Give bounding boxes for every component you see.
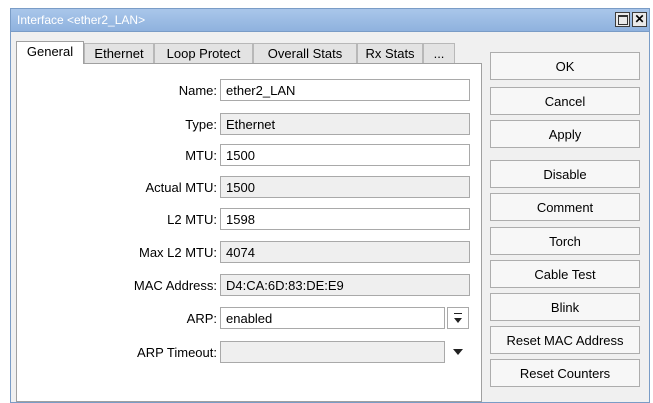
close-icon: ✕ — [634, 12, 645, 26]
general-tab-panel: Name: ether2_LAN Type: Ethernet MTU: 150… — [16, 63, 482, 402]
arp-timeout-input[interactable] — [220, 341, 445, 363]
max-l2-mtu-value: 4074 — [220, 241, 470, 263]
type-row: Type: Ethernet — [17, 113, 477, 137]
max-l2-mtu-row: Max L2 MTU: 4074 — [17, 241, 477, 265]
arp-label: ARP: — [186, 311, 217, 326]
reset-mac-address-button[interactable]: Reset MAC Address — [490, 326, 640, 354]
tab-ethernet[interactable]: Ethernet — [84, 43, 154, 63]
restore-button[interactable] — [615, 12, 630, 27]
l2-mtu-row: L2 MTU: 1598 — [17, 208, 477, 232]
mtu-row: MTU: 1500 — [17, 144, 477, 168]
actual-mtu-label: Actual MTU: — [145, 180, 217, 195]
cable-test-button[interactable]: Cable Test — [490, 260, 640, 288]
l2-mtu-label: L2 MTU: — [167, 212, 217, 227]
tab-general[interactable]: General — [16, 41, 84, 64]
type-value: Ethernet — [220, 113, 470, 135]
name-input[interactable]: ether2_LAN — [220, 79, 470, 101]
arp-timeout-dropdown-icon[interactable] — [453, 349, 463, 355]
mtu-input[interactable]: 1500 — [220, 144, 470, 166]
mtu-label: MTU: — [185, 148, 217, 163]
arp-select[interactable]: enabled — [220, 307, 445, 329]
interface-window: Interface <ether2_LAN> ✕ General Etherne… — [10, 8, 650, 403]
arp-timeout-row: ARP Timeout: — [17, 341, 477, 365]
arp-timeout-label: ARP Timeout: — [137, 345, 217, 360]
name-row: Name: ether2_LAN — [17, 79, 477, 103]
mac-address-value: D4:CA:6D:83:DE:E9 — [220, 274, 470, 296]
tab-overall-stats[interactable]: Overall Stats — [253, 43, 357, 63]
dropdown-arrow-icon — [454, 317, 462, 323]
arp-row: ARP: enabled — [17, 307, 477, 331]
type-label: Type: — [185, 117, 217, 132]
tab-more[interactable]: ... — [423, 43, 455, 63]
title-bar[interactable]: Interface <ether2_LAN> ✕ — [11, 9, 649, 32]
close-button[interactable]: ✕ — [632, 12, 647, 27]
mac-address-row: MAC Address: D4:CA:6D:83:DE:E9 — [17, 274, 477, 298]
tab-rx-stats[interactable]: Rx Stats — [357, 43, 423, 63]
mac-address-label: MAC Address: — [133, 278, 217, 293]
dropdown-bar-icon — [454, 313, 462, 314]
name-label: Name: — [178, 83, 217, 98]
cancel-button[interactable]: Cancel — [490, 87, 640, 115]
comment-button[interactable]: Comment — [490, 193, 640, 221]
blink-button[interactable]: Blink — [490, 293, 640, 321]
window-title: Interface <ether2_LAN> — [17, 13, 146, 27]
torch-button[interactable]: Torch — [490, 227, 640, 255]
restore-icon — [617, 14, 628, 25]
ok-button[interactable]: OK — [490, 52, 640, 80]
actual-mtu-value: 1500 — [220, 176, 470, 198]
actual-mtu-row: Actual MTU: 1500 — [17, 176, 477, 200]
arp-dropdown-button[interactable] — [447, 307, 469, 329]
l2-mtu-input[interactable]: 1598 — [220, 208, 470, 230]
max-l2-mtu-label: Max L2 MTU: — [138, 245, 217, 260]
disable-button[interactable]: Disable — [490, 160, 640, 188]
reset-counters-button[interactable]: Reset Counters — [490, 359, 640, 387]
apply-button[interactable]: Apply — [490, 120, 640, 148]
tab-loop-protect[interactable]: Loop Protect — [154, 43, 253, 63]
